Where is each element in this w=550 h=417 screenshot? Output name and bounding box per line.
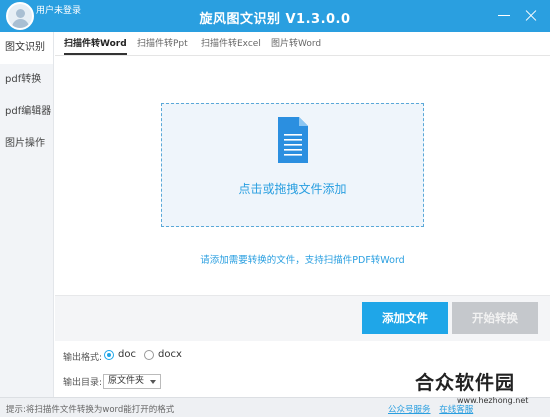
sidebar: 图文识别 pdf转换 pdf编辑器 图片操作 — [0, 32, 54, 397]
radio-docx[interactable] — [144, 350, 154, 360]
supported-format-hint: 请添加需要转换的文件，支持扫描件PDF转Word — [200, 255, 405, 266]
tab-scan-to-excel[interactable]: 扫描件转Excel — [201, 36, 261, 55]
document-icon — [278, 117, 308, 163]
chevron-down-icon — [150, 380, 156, 384]
start-convert-button[interactable]: 开始转换 — [452, 302, 538, 334]
watermark-url: www.hezhong.net — [457, 396, 529, 405]
tab-image-to-word[interactable]: 图片转Word — [271, 36, 321, 55]
radio-docx-label[interactable]: docx — [158, 349, 182, 360]
status-tip: 提示:将扫描件文件转换为word能打开的格式 — [6, 405, 175, 415]
watermark: 合众软件园 www.hezhong.net — [415, 368, 545, 412]
tab-bar: 扫描件转Word 扫描件转Ppt 扫描件转Excel 图片转Word — [55, 32, 550, 56]
output-dir-select[interactable]: 原文件夹 — [103, 374, 161, 389]
drop-zone-label: 点击或拖拽文件添加 — [238, 182, 347, 196]
action-bar: 添加文件 开始转换 — [55, 295, 550, 341]
tab-scan-to-ppt[interactable]: 扫描件转Ppt — [137, 36, 188, 55]
app-title: 旋风图文识别 V1.3.0.0 — [199, 12, 351, 27]
radio-doc[interactable] — [104, 350, 114, 360]
minimize-icon[interactable] — [495, 6, 513, 24]
radio-doc-label[interactable]: doc — [118, 349, 136, 360]
title-bar: 用户未登录 旋风图文识别 V1.3.0.0 — [0, 0, 550, 32]
file-drop-zone[interactable]: 点击或拖拽文件添加 — [161, 103, 424, 227]
output-dir-label: 输出目录: — [63, 378, 103, 388]
add-file-button[interactable]: 添加文件 — [362, 302, 448, 334]
tab-scan-to-word[interactable]: 扫描件转Word — [64, 36, 127, 55]
close-icon[interactable] — [522, 6, 540, 24]
sidebar-item-pdf-editor[interactable]: pdf编辑器 — [0, 96, 53, 128]
sidebar-item-image-ops[interactable]: 图片操作 — [0, 128, 53, 160]
sidebar-item-image-ocr[interactable]: 图文识别 — [0, 32, 53, 64]
output-dir-value: 原文件夹 — [108, 376, 145, 386]
sidebar-item-pdf-convert[interactable]: pdf转换 — [0, 64, 53, 96]
watermark-text: 合众软件园 — [415, 372, 516, 394]
output-format-label: 输出格式: — [63, 353, 103, 363]
